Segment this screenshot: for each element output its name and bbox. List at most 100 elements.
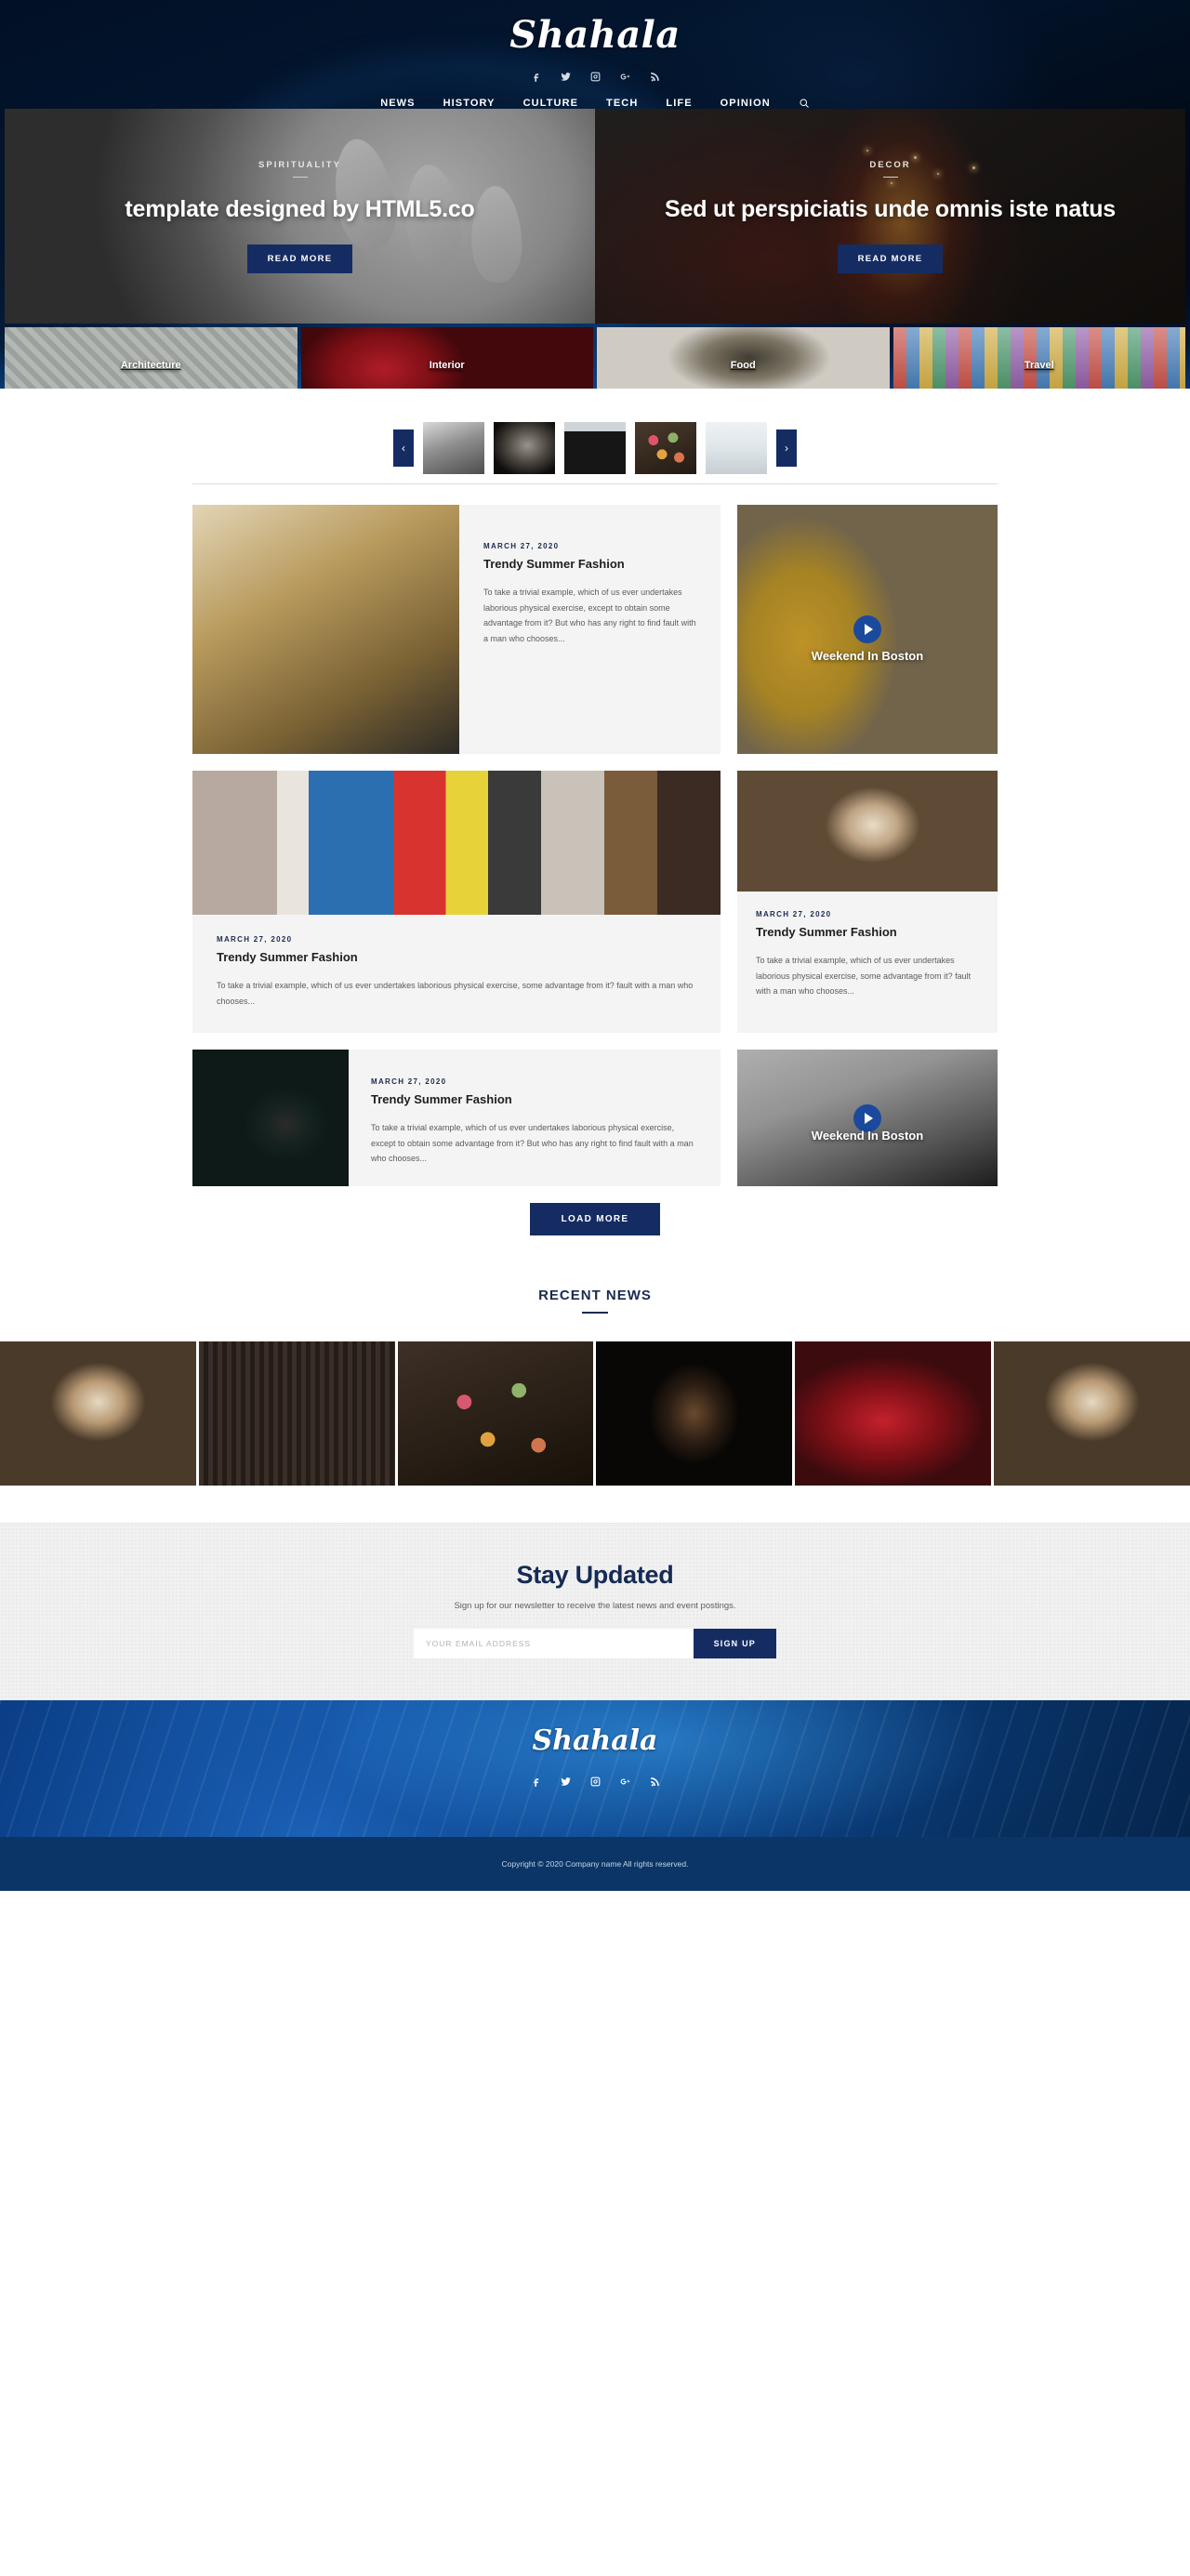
posts-row-2: MARCH 27, 2020 Trendy Summer Fashion To …	[192, 771, 998, 1034]
post-date: MARCH 27, 2020	[756, 910, 832, 918]
hero-left-read-more-button[interactable]: READ MORE	[246, 244, 353, 273]
recent-item-silhouette-curtain[interactable]	[198, 1341, 395, 1486]
hero-slide-spirituality[interactable]: SPIRITUALITY template designed by HTML5.…	[5, 109, 595, 324]
post-excerpt: To take a trivial example, which of us e…	[756, 955, 972, 997]
main-content: ‹ › MARCH 27, 2020 Trendy Summer Fashion…	[0, 389, 1190, 1701]
post-date: MARCH 27, 2020	[371, 1077, 447, 1087]
post-title[interactable]: Trendy Summer Fashion	[371, 1092, 698, 1108]
nav-item-tech[interactable]: TECH	[606, 98, 638, 109]
instagram-icon[interactable]	[589, 1776, 602, 1788]
google-plus-icon[interactable]	[619, 71, 631, 83]
category-tile-interior[interactable]: Interior	[300, 327, 593, 389]
carousel-thumb-dog[interactable]	[494, 422, 555, 474]
category-label: Architecture	[120, 360, 181, 371]
post-card-row2-left[interactable]: MARCH 27, 2020 Trendy Summer Fashion To …	[192, 771, 721, 1034]
post-card-row2-right[interactable]: MARCH 27, 2020 Trendy Summer Fashion To …	[737, 771, 998, 1034]
carousel-thumb-portrait-woman[interactable]	[423, 422, 484, 474]
search-icon[interactable]	[799, 98, 810, 109]
load-more-button[interactable]: LOAD MORE	[529, 1203, 661, 1236]
posts-grid: MARCH 27, 2020 Trendy Summer Fashion To …	[192, 505, 998, 1236]
recent-item-dessert-jar-2[interactable]	[994, 1341, 1190, 1486]
rss-icon[interactable]	[649, 1776, 661, 1788]
hero-right-title: Sed ut perspiciatis unde omnis iste natu…	[665, 195, 1116, 222]
sign-up-button[interactable]: SIGN UP	[693, 1629, 776, 1659]
thumbnail-carousel: ‹ ›	[0, 389, 1190, 483]
posts-row-3: MARCH 27, 2020 Trendy Summer Fashion To …	[192, 1050, 998, 1187]
category-label: Travel	[1024, 360, 1054, 371]
main-navigation: NEWS HISTORY CULTURE TECH LIFE OPINION	[0, 98, 1190, 109]
footer-social-links	[0, 1776, 1190, 1788]
category-strip: Architecture Interior Food Travel	[5, 327, 1185, 389]
post-thumbnail-dessert-jar	[737, 771, 998, 892]
category-label: Food	[730, 360, 756, 371]
post-thumbnail-chocolate	[192, 1050, 349, 1187]
posts-row-1: MARCH 27, 2020 Trendy Summer Fashion To …	[192, 505, 998, 754]
post-card-row1[interactable]: MARCH 27, 2020 Trendy Summer Fashion To …	[192, 505, 721, 754]
video-card-weekend-in-boston[interactable]: Weekend In Boston	[737, 505, 998, 754]
copyright-text: Copyright © 2020 Company name All rights…	[501, 1859, 689, 1869]
footer-logo[interactable]: Shahala	[0, 1724, 1190, 1757]
site-logo[interactable]: Shahala	[0, 7, 1190, 63]
post-date: MARCH 27, 2020	[217, 935, 293, 944]
facebook-icon[interactable]	[530, 71, 542, 83]
category-tile-food[interactable]: Food	[597, 327, 890, 389]
rss-icon[interactable]	[649, 71, 661, 83]
post-title[interactable]: Trendy Summer Fashion	[483, 557, 696, 573]
carousel-thumb-snow-forest[interactable]	[706, 422, 767, 474]
video-card-title: Weekend In Boston	[811, 1129, 924, 1143]
category-label: Interior	[429, 360, 465, 371]
twitter-icon[interactable]	[560, 1776, 572, 1788]
recent-item-dark-cup[interactable]	[596, 1341, 793, 1486]
newsletter-heading: Stay Updated	[516, 1561, 674, 1590]
twitter-icon[interactable]	[560, 71, 572, 83]
recent-news-heading: RECENT NEWS	[538, 1288, 652, 1304]
recent-news-strip	[0, 1341, 1190, 1486]
instagram-icon[interactable]	[589, 71, 602, 83]
copyright-bar: Copyright © 2020 Company name All rights…	[0, 1837, 1190, 1892]
category-tile-architecture[interactable]: Architecture	[5, 327, 298, 389]
post-card-row3[interactable]: MARCH 27, 2020 Trendy Summer Fashion To …	[192, 1050, 721, 1187]
recent-news-section: RECENT NEWS	[0, 1288, 1190, 1486]
hero-right-category: DECOR	[665, 160, 1116, 178]
hero-slide-decor[interactable]: DECOR Sed ut perspiciatis unde omnis ist…	[595, 109, 1185, 324]
play-icon[interactable]	[853, 615, 881, 643]
site-header: Shahala NEWS HISTORY CULTURE TECH LIFE O…	[0, 0, 1190, 389]
carousel-thumb-macarons[interactable]	[635, 422, 696, 474]
video-card-weekend-in-boston-2[interactable]: Weekend In Boston	[737, 1050, 998, 1187]
header-social-links	[0, 71, 1190, 83]
nav-item-news[interactable]: NEWS	[380, 98, 415, 109]
site-footer: Shahala	[0, 1700, 1190, 1838]
hero-left-title: template designed by HTML5.co	[125, 195, 475, 222]
hero-right-read-more-button[interactable]: READ MORE	[837, 244, 944, 273]
carousel-prev-button[interactable]: ‹	[393, 429, 414, 467]
newsletter-form: SIGN UP	[414, 1629, 776, 1659]
newsletter-section: Stay Updated Sign up for our newsletter …	[0, 1523, 1190, 1701]
nav-item-history[interactable]: HISTORY	[443, 98, 496, 109]
facebook-icon[interactable]	[530, 1776, 542, 1788]
hero-section: SPIRITUALITY template designed by HTML5.…	[5, 109, 1185, 324]
post-excerpt: To take a trivial example, which of us e…	[371, 1123, 694, 1164]
video-card-title: Weekend In Boston	[811, 649, 924, 664]
google-plus-icon[interactable]	[619, 1776, 631, 1788]
post-thumbnail-books	[192, 505, 459, 754]
post-title[interactable]: Trendy Summer Fashion	[217, 950, 696, 966]
post-date: MARCH 27, 2020	[483, 542, 560, 550]
nav-item-culture[interactable]: CULTURE	[523, 98, 578, 109]
post-thumbnail-street-art	[192, 771, 721, 915]
post-excerpt: To take a trivial example, which of us e…	[217, 980, 694, 1006]
recent-item-dessert-jar[interactable]	[0, 1341, 196, 1486]
recent-item-macarons[interactable]	[397, 1341, 594, 1486]
nav-item-opinion[interactable]: OPINION	[721, 98, 771, 109]
newsletter-subtext: Sign up for our newsletter to receive th…	[454, 1601, 736, 1612]
recent-news-underline	[582, 1312, 608, 1314]
post-title[interactable]: Trendy Summer Fashion	[756, 925, 979, 941]
post-excerpt: To take a trivial example, which of us e…	[483, 587, 696, 643]
recent-item-red-dress[interactable]	[795, 1341, 992, 1486]
nav-item-life[interactable]: LIFE	[666, 98, 692, 109]
hero-left-category: SPIRITUALITY	[125, 160, 474, 178]
carousel-divider	[192, 483, 998, 484]
carousel-next-button[interactable]: ›	[776, 429, 797, 467]
email-input[interactable]	[414, 1629, 694, 1659]
category-tile-travel[interactable]: Travel	[892, 327, 1185, 389]
carousel-thumb-black-cat[interactable]	[564, 422, 626, 474]
